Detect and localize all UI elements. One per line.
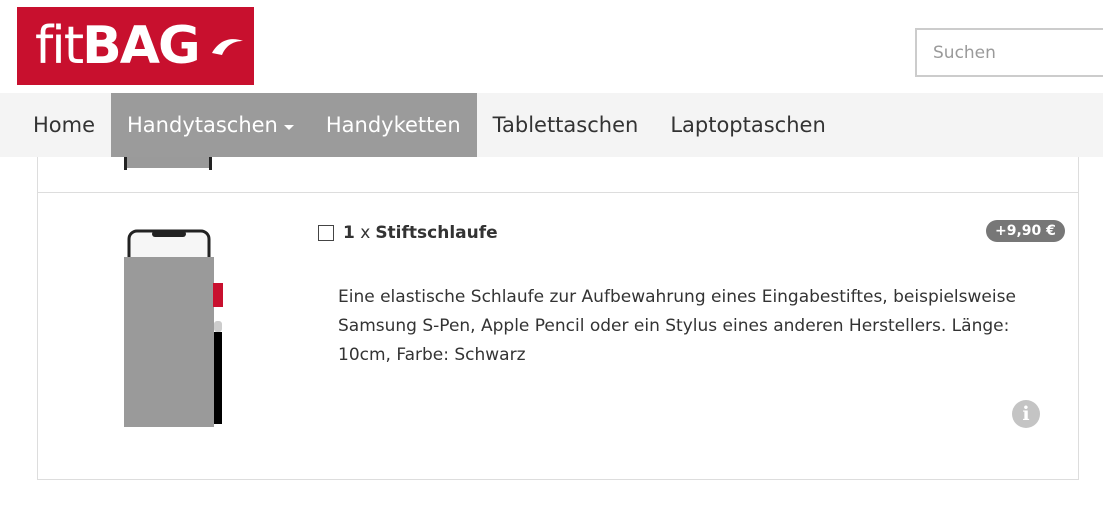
previous-option-image bbox=[124, 157, 212, 170]
option-name: Stiftschlaufe bbox=[375, 223, 498, 243]
phone-case-product-image bbox=[124, 229, 223, 427]
nav-item-tablettaschen[interactable]: Tablettaschen bbox=[477, 93, 655, 157]
logo-text: fitBAG bbox=[35, 20, 201, 72]
option-checkbox[interactable] bbox=[318, 225, 334, 241]
options-card: 1 x Stiftschlaufe +9,90 € Eine elastisch… bbox=[37, 157, 1079, 480]
quantity-times: x bbox=[360, 223, 371, 243]
fitbag-logo[interactable]: fitBAG bbox=[17, 7, 254, 85]
logo-bag: BAG bbox=[82, 16, 201, 76]
nav-item-handyketten[interactable]: Handyketten bbox=[309, 93, 477, 157]
nav-label-handytaschen: Handytaschen bbox=[127, 113, 278, 137]
price-badge: +9,90 € bbox=[986, 220, 1065, 242]
nav-label-laptoptaschen: Laptoptaschen bbox=[670, 113, 826, 137]
info-icon[interactable]: i bbox=[1012, 400, 1040, 428]
option-description: Eine elastische Schlaufe zur Aufbewahrun… bbox=[338, 287, 1016, 365]
option-row: 1 x Stiftschlaufe bbox=[318, 223, 498, 243]
caret-down-icon bbox=[283, 124, 294, 130]
site-header: fitBAG bbox=[0, 0, 1103, 93]
logo-swoosh-icon bbox=[212, 39, 243, 55]
search-input[interactable] bbox=[915, 28, 1103, 77]
nav-item-home[interactable]: Home bbox=[0, 93, 111, 157]
nav-label-tablettaschen: Tablettaschen bbox=[492, 113, 639, 137]
nav-label-home: Home bbox=[33, 113, 96, 137]
nav-label-handyketten: Handyketten bbox=[325, 113, 461, 137]
option-quantity: 1 x bbox=[343, 223, 370, 243]
nav-item-handytaschen[interactable]: Handytaschen bbox=[111, 93, 310, 157]
nav-item-laptoptaschen[interactable]: Laptoptaschen bbox=[654, 93, 841, 157]
quantity-number: 1 bbox=[343, 223, 355, 243]
main-navigation: Home Handytaschen Handyketten Tablettasc… bbox=[0, 93, 1103, 157]
option-divider bbox=[38, 192, 1078, 193]
logo-fit: fit bbox=[35, 16, 84, 76]
